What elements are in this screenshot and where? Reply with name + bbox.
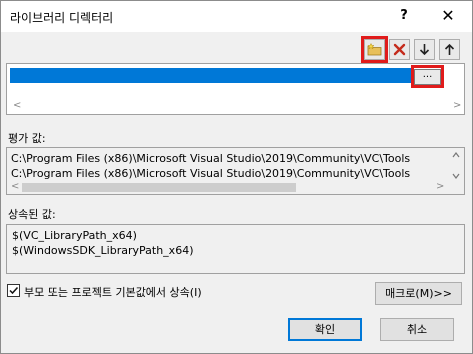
ok-button[interactable]: 확인 <box>288 318 362 341</box>
evaluated-scroll-left[interactable]: < <box>11 181 19 192</box>
move-up-button[interactable] <box>439 39 460 60</box>
evaluated-line: C:\Program Files (x86)\Microsoft Visual … <box>11 152 411 165</box>
dialog-title: 라이브러리 디렉터리 <box>10 11 114 25</box>
browse-highlight <box>411 65 444 88</box>
inherited-values-box: $(VC_LibraryPath_x64) $(WindowsSDK_Libra… <box>6 224 465 274</box>
evaluated-line: C:\Program Files (x86)\Microsoft Visual … <box>11 167 411 180</box>
evaluated-value-label: 평가 값: <box>8 132 46 145</box>
delete-x-icon <box>393 43 406 56</box>
evaluated-scroll-thumb[interactable] <box>22 183 296 192</box>
inherited-values-label: 상속된 값: <box>8 208 56 221</box>
evaluated-horizontal-scrollbar[interactable]: < > <box>8 181 448 194</box>
title-bar: 라이브러리 디렉터리 ? ✕ <box>1 1 472 32</box>
macros-button[interactable]: 매크로(M)>> <box>375 282 462 305</box>
directory-list[interactable]: < > <box>6 63 465 115</box>
list-scroll-right[interactable]: > <box>453 100 461 111</box>
new-line-highlight <box>361 36 388 63</box>
inherited-line: $(VC_LibraryPath_x64) <box>12 229 137 242</box>
inherited-line: $(WindowsSDK_LibraryPath_x64) <box>12 244 194 257</box>
evaluated-vertical-scrollbar[interactable] <box>448 149 464 194</box>
evaluated-scroll-right[interactable]: > <box>436 181 444 192</box>
list-scroll-left[interactable]: < <box>13 100 21 111</box>
cancel-button[interactable]: 취소 <box>380 318 454 341</box>
selected-directory-row[interactable] <box>10 68 412 83</box>
inherit-checkbox-label[interactable]: 부모 또는 프로젝트 기본값에서 상속(I) <box>24 284 202 300</box>
arrow-down-icon <box>419 44 430 56</box>
library-directories-dialog: 라이브러리 디렉터리 ? ✕ < > ... 평가 값: C:\Program … <box>0 0 473 354</box>
help-button[interactable]: ? <box>389 4 419 28</box>
delete-button[interactable] <box>389 39 410 60</box>
arrow-up-icon <box>444 43 455 55</box>
inherit-checkbox[interactable] <box>7 284 20 297</box>
vertical-scroll-arrows-icon <box>452 152 460 179</box>
close-button[interactable]: ✕ <box>431 4 465 28</box>
evaluated-value-box: C:\Program Files (x86)\Microsoft Visual … <box>6 147 465 195</box>
checkmark-icon <box>9 286 19 295</box>
move-down-button[interactable] <box>414 39 435 60</box>
